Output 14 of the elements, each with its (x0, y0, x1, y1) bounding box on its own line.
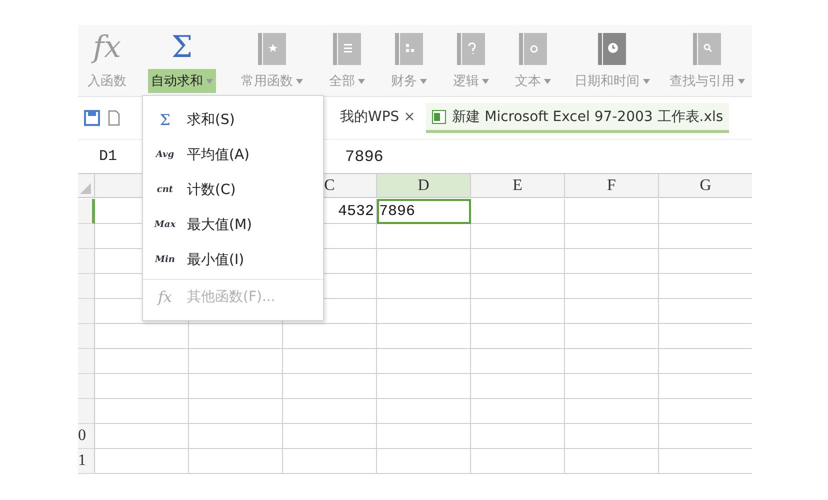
menu-label: 计数(C) (187, 180, 236, 198)
function-label: Max (153, 220, 177, 230)
sigma-icon: Σ (153, 110, 177, 128)
function-icon: fx (92, 31, 122, 65)
menu-label: 求和(S) (187, 110, 235, 128)
function-label: Min (154, 254, 176, 264)
menu-label: 其他函数(F)... (187, 288, 276, 306)
sigma-icon: Σ (171, 31, 193, 65)
function-label: cnt (156, 184, 174, 194)
function-label: Avg (154, 150, 176, 160)
menu-label: 最大值(M) (187, 216, 252, 234)
function-icon: fx (153, 288, 177, 306)
menu-label: 平均值(A) (187, 146, 250, 164)
menu-label: 最小值(I) (187, 250, 244, 268)
